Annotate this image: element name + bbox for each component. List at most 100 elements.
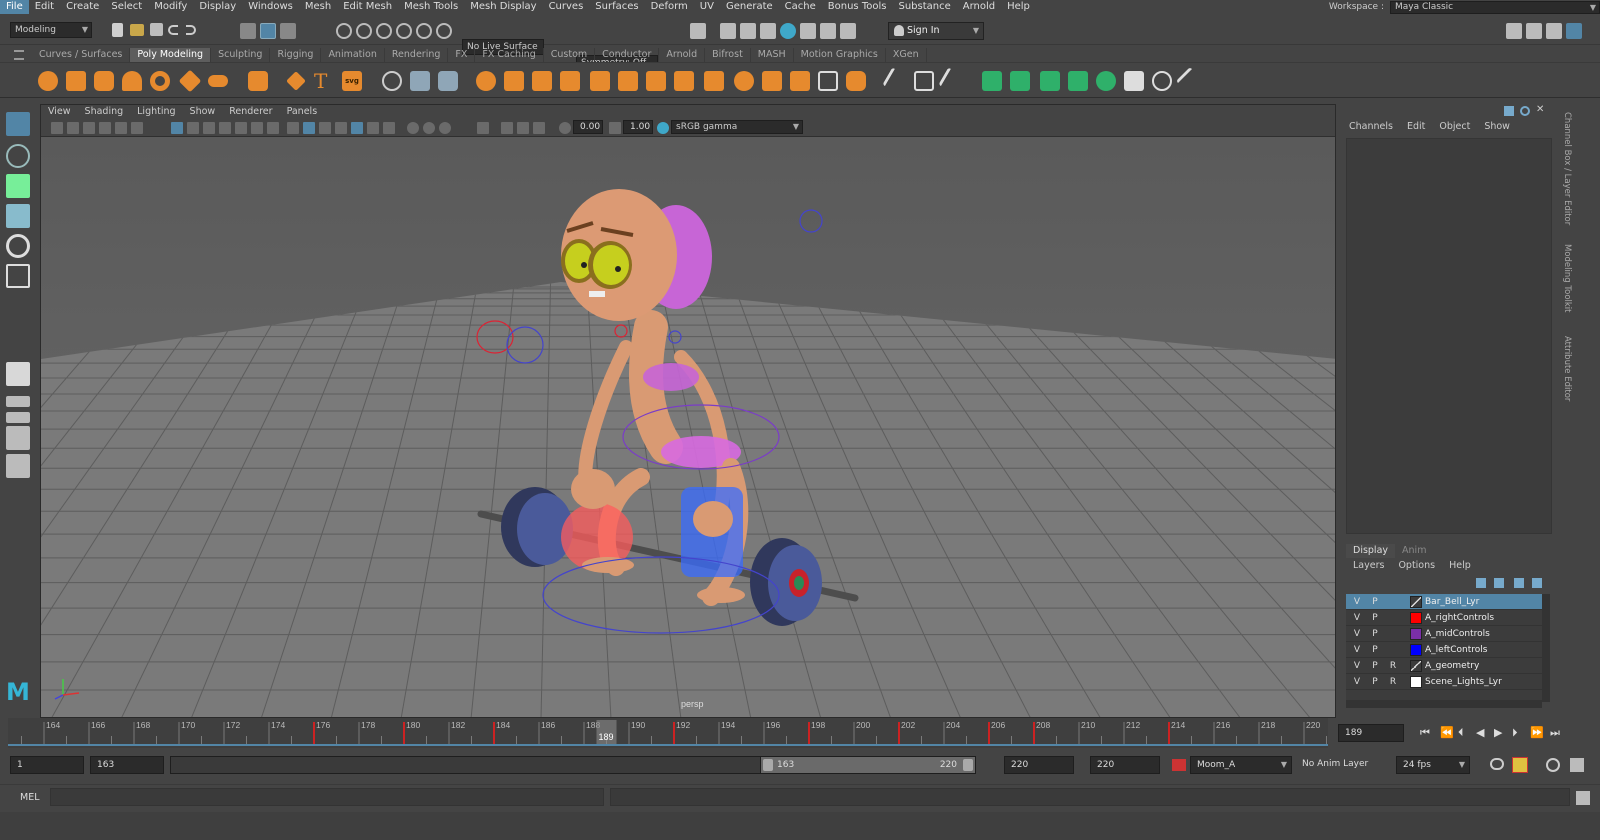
shelf-tab-poly-modeling[interactable]: Poly Modeling (130, 48, 212, 62)
go-to-start-icon[interactable]: ⏮ (1420, 726, 1430, 740)
channel-box-icon[interactable] (1566, 23, 1582, 39)
append-icon[interactable] (674, 71, 694, 91)
play-backwards-icon[interactable]: ◀ (1476, 726, 1484, 739)
layer-visibility-toggle[interactable]: V (1350, 643, 1364, 657)
layer-playback-toggle[interactable]: P (1368, 643, 1382, 657)
shadows-icon[interactable] (367, 122, 379, 134)
svg-tool-icon[interactable]: svg (342, 71, 362, 91)
menu-display[interactable]: Display (193, 0, 242, 14)
multi-cut-icon[interactable] (882, 67, 910, 95)
layer-playback-toggle[interactable]: P (1368, 595, 1382, 609)
four-view-layout-icon[interactable] (6, 396, 30, 407)
wireframe-on-shaded-icon[interactable] (319, 122, 331, 134)
exposure-icon[interactable] (559, 122, 571, 134)
open-scene-icon[interactable] (130, 24, 144, 36)
extract-icon[interactable] (704, 71, 724, 91)
grease-pencil-icon[interactable] (131, 122, 143, 134)
delete-history-icon[interactable] (1040, 71, 1060, 91)
snap-vertex-icon[interactable] (436, 23, 452, 39)
remesh-icon[interactable] (818, 71, 838, 91)
layer-playback-toggle[interactable]: P (1368, 675, 1382, 689)
play-forwards-icon[interactable]: ▶ (1494, 726, 1502, 739)
poly-sphere-icon[interactable] (38, 71, 58, 91)
fps-dropdown[interactable]: 24 fps ▼ (1396, 756, 1470, 774)
image-plane-icon[interactable] (99, 122, 111, 134)
menu-edit[interactable]: Edit (29, 0, 60, 14)
command-input[interactable] (50, 788, 604, 806)
sign-in-button[interactable]: Sign In ▼ (888, 22, 984, 40)
snap-grid-icon[interactable] (336, 23, 352, 39)
undo-icon[interactable] (168, 25, 178, 35)
layer-playback-toggle[interactable]: P (1368, 611, 1382, 625)
ipr-render-icon[interactable] (760, 23, 776, 39)
isolate-select-icon[interactable] (477, 122, 489, 134)
poly-cone-icon[interactable] (122, 71, 142, 91)
snap-point-icon[interactable] (376, 23, 392, 39)
type-tool-icon[interactable]: T (314, 71, 334, 91)
combine-icon[interactable] (476, 71, 496, 91)
layer-color-swatch[interactable] (1410, 660, 1422, 672)
layer-display-type-toggle[interactable] (1386, 595, 1400, 609)
playback-end-field[interactable]: 220 (1004, 756, 1074, 774)
step-forward-frame-icon[interactable]: ⏩ (1530, 726, 1544, 739)
menu-bonus-tools[interactable]: Bonus Tools (822, 0, 893, 14)
arnold-render-icon[interactable] (840, 23, 856, 39)
ambient-occlusion-icon[interactable] (383, 122, 395, 134)
colorspace-dropdown[interactable]: sRGB gamma ▼ (671, 120, 803, 134)
textured-icon[interactable] (335, 122, 347, 134)
snap-plane-icon[interactable] (396, 23, 412, 39)
time-slider[interactable]: 164 166 168 170 172 174 176 178 180 182 184 186 188 1… (8, 718, 1328, 748)
shelf-tab-mash[interactable]: MASH (751, 48, 794, 62)
shelf-tab-custom[interactable]: Custom (544, 48, 596, 62)
menu-arnold[interactable]: Arnold (957, 0, 1001, 14)
center-pivot-icon[interactable] (982, 71, 1002, 91)
shelf-tab-rendering[interactable]: Rendering (385, 48, 449, 62)
separate-icon[interactable] (504, 71, 524, 91)
human-ik-icon[interactable] (1526, 23, 1542, 39)
layer-visibility-toggle[interactable]: V (1350, 595, 1364, 609)
gamma-field[interactable]: 1.00 (623, 120, 653, 134)
xray-icon[interactable] (407, 122, 419, 134)
poly-plane-icon[interactable] (178, 69, 202, 93)
bridge-icon[interactable] (618, 71, 638, 91)
layer-row[interactable]: V P Bar_Bell_Lyr (1346, 594, 1542, 610)
soft-select-icon[interactable] (1152, 71, 1172, 91)
shelf-tab-sculpting[interactable]: Sculpting (211, 48, 271, 62)
menu-deform[interactable]: Deform (645, 0, 694, 14)
retopo-icon[interactable] (846, 71, 866, 91)
shelf-tab-rigging[interactable]: Rigging (270, 48, 322, 62)
gate-mask-icon[interactable] (219, 122, 231, 134)
shelf-tab-bifrost[interactable]: Bifrost (705, 48, 751, 62)
mirror-icon[interactable] (734, 71, 754, 91)
move-layer-down-icon[interactable] (1494, 578, 1504, 588)
layer-row[interactable]: V P R A_geometry (1346, 658, 1542, 674)
layer-visibility-toggle[interactable]: V (1350, 627, 1364, 641)
layer-playback-toggle[interactable]: P (1368, 659, 1382, 673)
character-set-icon[interactable] (1172, 759, 1186, 771)
layer-scrollbar[interactable] (1542, 594, 1550, 702)
bevel-icon[interactable] (560, 71, 580, 91)
layer-visibility-toggle[interactable]: V (1350, 659, 1364, 673)
character-set-dropdown[interactable]: Moom_A ▼ (1190, 756, 1292, 774)
step-back-key-icon[interactable]: ⏴ (1458, 726, 1464, 740)
workspace-dropdown[interactable]: Maya Classic ▼ (1390, 0, 1600, 14)
new-scene-icon[interactable] (112, 23, 123, 37)
layer-color-swatch[interactable] (1410, 644, 1422, 656)
new-layer-icon[interactable] (1514, 578, 1524, 588)
shelf-tab-conductor[interactable]: Conductor (595, 48, 660, 62)
script-editor-icon[interactable] (1576, 791, 1590, 805)
menu-mesh[interactable]: Mesh (299, 0, 337, 14)
safe-title-icon[interactable] (267, 122, 279, 134)
save-scene-icon[interactable] (150, 23, 163, 36)
attribute-editor-icon[interactable] (1546, 23, 1562, 39)
select-hierarchy-icon[interactable] (240, 23, 256, 39)
step-back-frame-icon[interactable]: ⏪ (1440, 726, 1454, 739)
poly-torus-icon[interactable] (150, 71, 170, 91)
channel-box-menu-channels[interactable]: Channels (1342, 120, 1400, 136)
exposure-field[interactable]: 0.00 (573, 120, 603, 134)
layer-hscrollbar[interactable] (1346, 700, 1542, 708)
shelf-tab-fx-caching[interactable]: FX Caching (475, 48, 544, 62)
select-component-icon[interactable] (280, 23, 296, 39)
anim-layer-dropdown[interactable]: No Anim Layer (1296, 756, 1382, 774)
reset-transform-icon[interactable] (1068, 71, 1088, 91)
